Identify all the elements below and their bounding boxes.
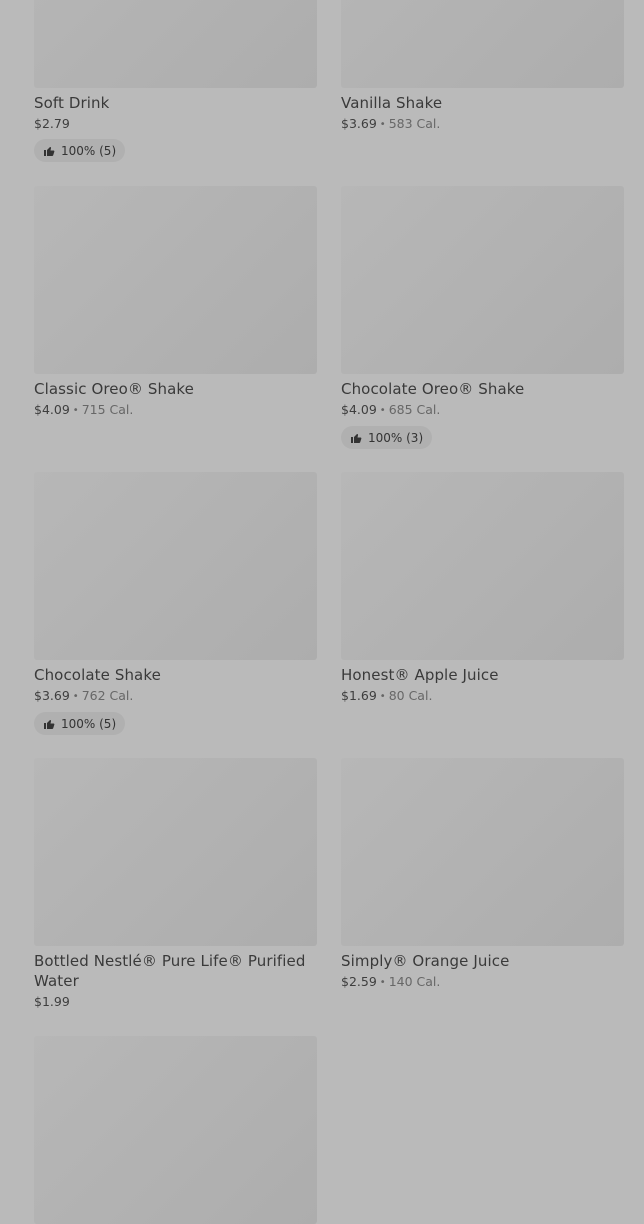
separator-dot: • (72, 405, 79, 416)
separator-dot: • (379, 119, 386, 130)
item-price-row: $2.79 (34, 116, 317, 132)
item-price: $3.69 (341, 116, 377, 131)
item-price-row: $3.69 • 762 Cal. (34, 688, 317, 705)
item-image (341, 758, 624, 946)
menu-item-card[interactable]: Vanilla Shake $3.69 • 583 Cal. (341, 0, 624, 133)
item-calories: 762 Cal. (81, 688, 134, 703)
rating-text: 100% (3) (368, 430, 424, 445)
rating-text: 100% (5) (61, 143, 117, 158)
item-price-row: $4.09 • 685 Cal. (341, 402, 624, 419)
item-price: $2.59 (341, 974, 377, 989)
item-price: $1.99 (34, 994, 70, 1009)
menu-item-card[interactable]: Simply® Orange Juice $2.59 • 140 Cal. (341, 758, 624, 991)
item-calories: 685 Cal. (388, 402, 441, 417)
item-calories: 80 Cal. (388, 688, 433, 703)
menu-item-card[interactable]: Classic Oreo® Shake $4.09 • 715 Cal. (34, 186, 317, 419)
item-name: Chocolate Shake (34, 666, 161, 684)
item-image (341, 472, 624, 660)
item-calories: 583 Cal. (388, 116, 441, 131)
menu-item-card[interactable]: Soft Drink $2.79 100% (5) (34, 0, 317, 162)
rating-text: 100% (5) (61, 716, 117, 731)
item-price-row: $4.09 • 715 Cal. (34, 402, 317, 419)
item-image (34, 472, 317, 660)
item-image (341, 0, 624, 88)
separator-dot: • (379, 691, 386, 702)
menu-item-card[interactable] (34, 1036, 317, 1224)
item-price-row: $1.69 • 80 Cal. (341, 688, 624, 705)
menu-item-card[interactable]: Chocolate Oreo® Shake $4.09 • 685 Cal. 100… (341, 186, 624, 449)
menu-item-card[interactable]: Bottled Nestlé® Pure Life® Purified Wate… (34, 758, 317, 1010)
item-name: Classic Oreo® Shake (34, 380, 194, 398)
separator-dot: • (379, 977, 386, 988)
item-calories: 140 Cal. (388, 974, 441, 989)
item-image (34, 1036, 317, 1224)
item-price-row: $1.99 (34, 994, 317, 1010)
item-name: Vanilla Shake (341, 94, 443, 112)
item-price: $2.79 (34, 116, 70, 131)
item-name: Chocolate Oreo® Shake (341, 380, 525, 398)
item-price: $3.69 (34, 688, 70, 703)
item-price: $4.09 (341, 402, 377, 417)
item-name: Honest® Apple Juice (341, 666, 499, 684)
rating-badge: 100% (3) (341, 426, 433, 449)
menu-item-card[interactable]: Chocolate Shake $3.69 • 762 Cal. 100% (5) (34, 472, 317, 735)
item-image (34, 186, 317, 374)
separator-dot: • (72, 691, 79, 702)
item-image (34, 0, 317, 88)
item-calories: 715 Cal. (81, 402, 134, 417)
thumbs-up-icon (44, 719, 55, 729)
item-name: Bottled Nestlé® Pure Life® Purified Wate… (34, 952, 306, 990)
menu-item-card[interactable]: Honest® Apple Juice $1.69 • 80 Cal. (341, 472, 624, 705)
thumbs-up-icon (351, 433, 362, 443)
item-name: Simply® Orange Juice (341, 952, 510, 970)
item-price-row: $2.59 • 140 Cal. (341, 974, 624, 991)
item-price: $4.09 (34, 402, 70, 417)
rating-badge: 100% (5) (34, 712, 126, 735)
thumbs-up-icon (44, 146, 55, 156)
item-price-row: $3.69 • 583 Cal. (341, 116, 624, 133)
item-image (341, 186, 624, 374)
item-image (34, 758, 317, 946)
rating-badge: 100% (5) (34, 139, 126, 162)
separator-dot: • (379, 405, 386, 416)
item-price: $1.69 (341, 688, 377, 703)
item-name: Soft Drink (34, 94, 110, 112)
